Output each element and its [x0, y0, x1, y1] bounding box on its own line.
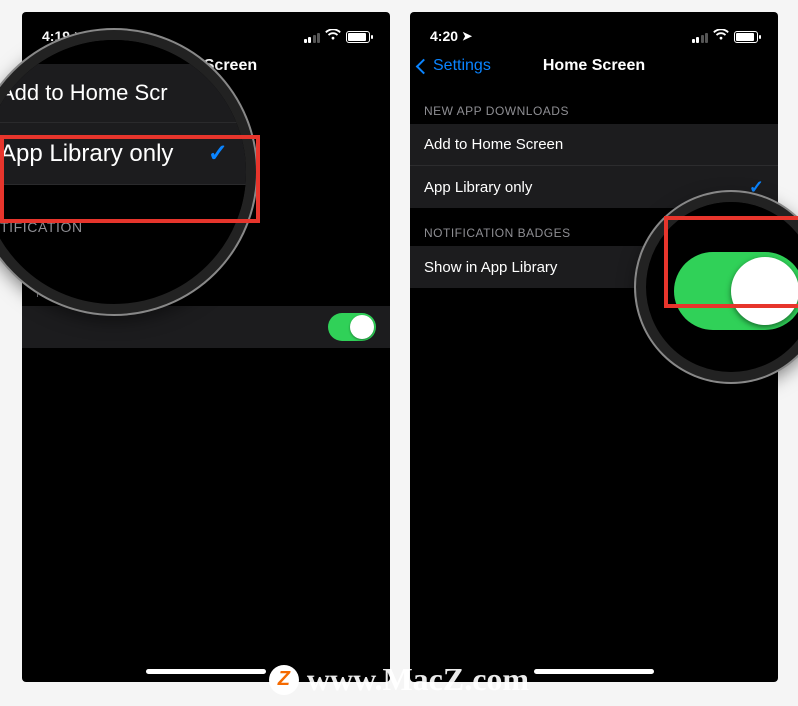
wifi-icon	[325, 29, 341, 44]
show-in-library-toggle[interactable]	[328, 313, 376, 341]
badges-group: Show in App Library	[22, 306, 390, 348]
magnified-toggle-on	[674, 252, 798, 330]
nav-bar: Settings Home Screen	[410, 46, 778, 86]
back-label: Settings	[433, 57, 491, 75]
magnified-section-header: TIFICATION	[0, 209, 246, 235]
cellular-signal-icon	[692, 31, 709, 43]
status-icons	[692, 29, 759, 44]
wifi-icon	[713, 29, 729, 44]
cellular-signal-icon	[304, 31, 321, 43]
section-header-downloads: NEW APP DOWNLOADS	[410, 86, 778, 124]
chevron-left-icon	[416, 58, 432, 74]
status-icons	[304, 29, 371, 44]
battery-icon	[734, 31, 758, 43]
status-time: 4:20 ➤	[430, 28, 472, 44]
location-arrow-icon: ➤	[462, 29, 472, 43]
clock-label: 4:20	[430, 28, 458, 44]
row-label: Show in App Library	[424, 259, 557, 276]
back-button[interactable]: Settings	[410, 57, 491, 75]
home-indicator[interactable]	[146, 669, 266, 674]
checkmark-icon: ✓	[208, 139, 228, 168]
magnified-label: App Library only	[0, 140, 173, 168]
magnified-label: Add to Home Scr	[0, 80, 168, 106]
status-bar: 4:20 ➤	[410, 12, 778, 46]
show-in-library-row[interactable]: Show in App Library	[22, 306, 390, 348]
home-indicator[interactable]	[534, 669, 654, 674]
battery-icon	[346, 31, 370, 43]
option-label: App Library only	[424, 179, 532, 196]
checkmark-icon: ✓	[361, 177, 376, 198]
option-label: Add to Home Screen	[424, 136, 563, 153]
option-add-home[interactable]: Add to Home Screen	[410, 124, 778, 166]
magnified-option-library: App Library only ✓	[0, 123, 246, 185]
magnified-option-home: Add to Home Scr	[0, 64, 246, 123]
